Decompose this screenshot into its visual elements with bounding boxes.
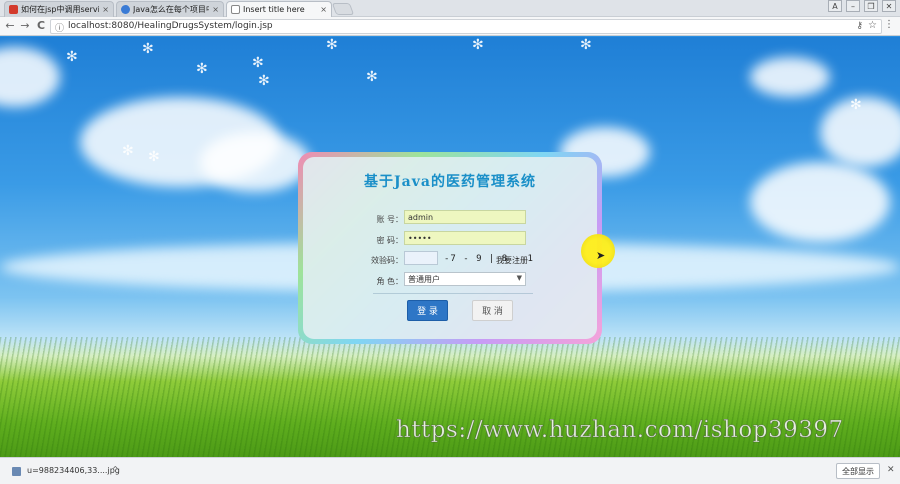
download-file-name[interactable]: u=988234406,33....jpg <box>27 466 120 475</box>
account-input[interactable]: admin <box>404 210 526 224</box>
password-key-icon[interactable]: ⚷ <box>856 21 863 31</box>
cancel-button[interactable]: 取 消 <box>472 300 513 321</box>
forward-icon[interactable]: → <box>18 19 32 32</box>
cloud <box>750 57 830 97</box>
cloud <box>200 132 310 192</box>
dandelion-seed-icon: ✻ <box>472 37 484 53</box>
reload-icon[interactable]: C <box>34 19 48 32</box>
captcha-input[interactable] <box>404 251 438 265</box>
tab-close-icon[interactable]: × <box>212 5 219 14</box>
role-label: 角 色： <box>376 277 403 286</box>
dandelion-seed-icon: ✻ <box>142 41 154 57</box>
site-info-icon[interactable]: ⓘ <box>55 21 64 34</box>
register-link[interactable]: 我要注册 <box>496 255 528 266</box>
dandelion-seed-icon: ✻ <box>148 149 160 165</box>
tab-title: Java怎么在每个项目中导 <box>133 5 209 14</box>
dandelion-seed-icon: ✻ <box>326 37 338 53</box>
page-background: ✻ ✻ ✻ ✻ ✻ ✻ ✻ ✻ ✻ ✻ ✻ ✻ 基于Java的医药管理系统 账 … <box>0 37 900 457</box>
address-bar-row: ← → C ⓘ localhost:8080/HealingDrugsSyste… <box>0 17 900 36</box>
minimize-button[interactable]: – <box>846 0 860 12</box>
cloud <box>750 162 890 242</box>
image-file-icon <box>12 467 21 476</box>
dandelion-seed-icon: ✻ <box>252 55 264 71</box>
captcha-label: 效验码： <box>371 256 403 265</box>
tab-favicon-icon <box>9 5 18 14</box>
download-shelf: u=988234406,33....jpg ^ 全部显示 ✕ <box>0 457 900 484</box>
browser-menu-icon[interactable]: ⋮ <box>884 19 894 30</box>
login-card: 基于Java的医药管理系统 账 号： admin 密 码： ••••• 效验码：… <box>298 152 602 344</box>
maximize-button[interactable]: ❐ <box>864 0 878 12</box>
account-value: admin <box>408 212 434 222</box>
dandelion-seed-icon: ✻ <box>258 73 270 89</box>
mouse-cursor-icon: ➤ <box>596 249 606 262</box>
dandelion-seed-icon: ✻ <box>366 69 378 85</box>
new-tab-button[interactable] <box>331 3 355 15</box>
tab-close-icon[interactable]: × <box>320 5 327 14</box>
profile-button[interactable]: A <box>828 0 842 12</box>
dandelion-seed-icon: ✻ <box>850 97 862 113</box>
dandelion-seed-icon: ✻ <box>196 61 208 77</box>
bookmark-star-icon[interactable]: ☆ <box>868 20 877 31</box>
dandelion-seed-icon: ✻ <box>580 37 592 53</box>
role-select[interactable]: 普通用户 ▼ <box>404 272 526 286</box>
form-divider <box>373 293 533 294</box>
account-label: 账 号： <box>376 215 403 224</box>
password-value: ••••• <box>408 233 432 243</box>
tab-bar: 如何在jsp中调用service × Java怎么在每个项目中导 × Inser… <box>0 0 900 17</box>
dandelion-seed-icon: ✻ <box>122 143 134 159</box>
url-text: localhost:8080/HealingDrugsSystem/login.… <box>68 21 273 31</box>
password-label: 密 码： <box>376 236 403 245</box>
tab-title: Insert title here <box>243 5 305 14</box>
tab-2[interactable]: Java怎么在每个项目中导 × <box>116 1 224 17</box>
close-window-button[interactable]: ✕ <box>882 0 896 12</box>
tab-1[interactable]: 如何在jsp中调用service × <box>4 1 114 17</box>
back-icon[interactable]: ← <box>3 19 17 32</box>
tab-close-icon[interactable]: × <box>102 5 109 14</box>
chevron-up-icon[interactable]: ^ <box>112 465 119 474</box>
role-selected-value: 普通用户 <box>408 274 440 284</box>
dropdown-arrow-icon: ▼ <box>516 274 522 282</box>
cloud <box>0 47 60 107</box>
show-all-downloads-button[interactable]: 全部显示 <box>836 463 880 479</box>
watermark-text: https://www.huzhan.com/ishop39397 <box>396 417 844 444</box>
login-title: 基于Java的医药管理系统 <box>364 174 536 190</box>
close-shelf-icon[interactable]: ✕ <box>887 465 895 475</box>
page-favicon-icon <box>231 5 240 14</box>
url-input[interactable]: ⓘ localhost:8080/HealingDrugsSystem/logi… <box>50 19 882 34</box>
tab-favicon-icon <box>121 5 130 14</box>
tab-3-active[interactable]: Insert title here × <box>226 1 332 17</box>
password-input[interactable]: ••••• <box>404 231 526 245</box>
login-form: 基于Java的医药管理系统 账 号： admin 密 码： ••••• 效验码：… <box>303 157 597 339</box>
tab-title: 如何在jsp中调用service <box>21 5 100 14</box>
dandelion-seed-icon: ✻ <box>66 49 78 65</box>
login-button[interactable]: 登 录 <box>407 300 448 321</box>
